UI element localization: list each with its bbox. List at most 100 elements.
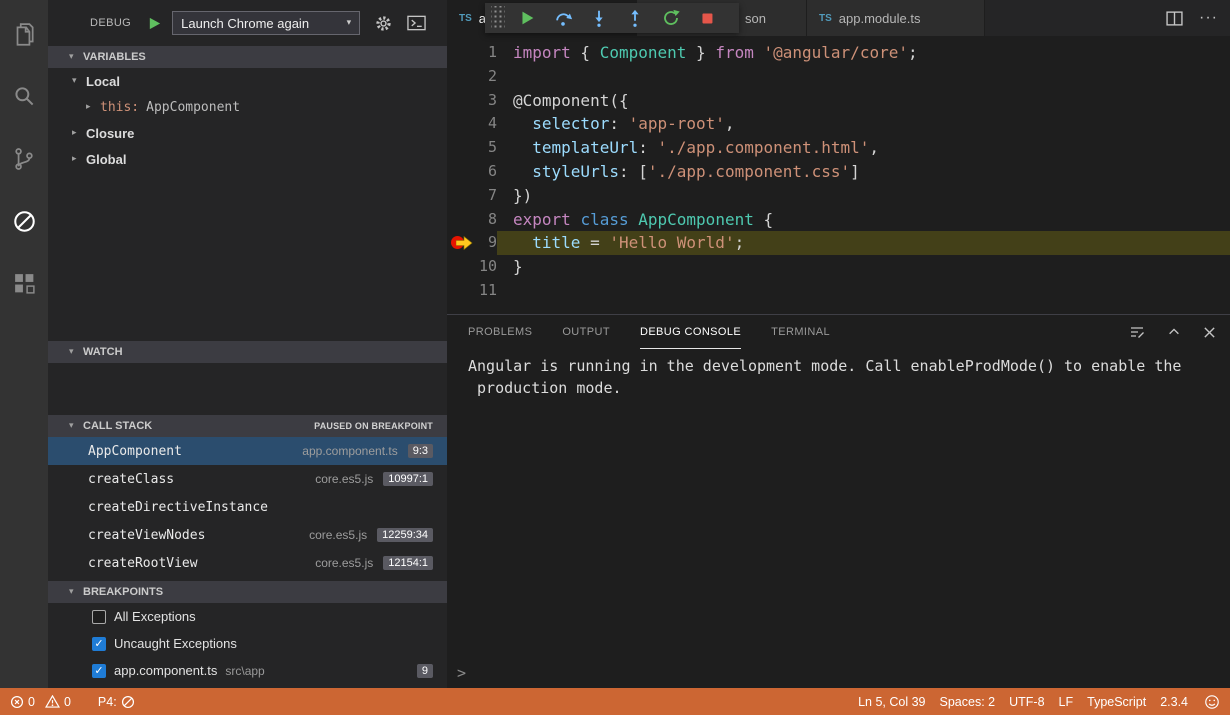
code-text[interactable] <box>497 65 1230 89</box>
breakpoint-item[interactable]: app.component.tssrc\app9 <box>48 657 447 684</box>
call-stack-section-header[interactable]: ▾ CALL STACK PAUSED ON BREAKPOINT <box>48 415 447 437</box>
activity-extensions-icon[interactable] <box>0 252 48 314</box>
variables-section-header[interactable]: ▾ VARIABLES <box>48 46 447 68</box>
code-text[interactable]: templateUrl: './app.component.html', <box>497 136 1230 160</box>
status-item[interactable]: TypeScript <box>1087 695 1146 709</box>
debug-console-input[interactable]: > <box>447 662 1230 684</box>
feedback-smiley-icon[interactable] <box>1204 694 1220 710</box>
panel-tab-problems[interactable]: PROBLEMS <box>468 316 532 349</box>
status-item[interactable]: 2.3.4 <box>1160 695 1188 709</box>
scm-status[interactable]: P4: <box>98 695 135 709</box>
variable-scope-local[interactable]: ▾Local <box>48 68 447 94</box>
panel-tab-debug-console[interactable]: DEBUG CONSOLE <box>640 316 741 349</box>
variable-item[interactable]: ▸this:AppComponent <box>48 94 447 120</box>
code-text[interactable]: title = 'Hello World'; <box>497 231 1230 255</box>
call-stack-frame[interactable]: createClasscore.es5.js10997:1 <box>48 465 447 493</box>
frame-position-badge: 10997:1 <box>383 472 433 486</box>
call-stack-frame[interactable]: createViewNodescore.es5.js12259:34 <box>48 521 447 549</box>
frame-name: createDirectiveInstance <box>88 500 268 515</box>
step-out-button[interactable] <box>618 5 652 31</box>
variable-scope-closure[interactable]: ▸Closure <box>48 120 447 146</box>
line-number[interactable]: 1 <box>447 41 497 65</box>
line-number[interactable]: 6 <box>447 160 497 184</box>
status-item[interactable]: UTF-8 <box>1009 695 1044 709</box>
sidebar-title: DEBUG <box>90 17 131 29</box>
stop-button[interactable] <box>690 5 724 31</box>
more-actions-icon[interactable]: ··· <box>1199 9 1218 27</box>
clear-console-icon[interactable] <box>1129 324 1145 340</box>
activity-search-icon[interactable] <box>0 66 48 128</box>
status-item[interactable]: Ln 5, Col 39 <box>858 695 925 709</box>
code-lines: 1import { Component } from '@angular/cor… <box>447 41 1230 303</box>
problems-status[interactable]: 0 0 <box>10 695 71 709</box>
step-into-button[interactable] <box>582 5 616 31</box>
variable-name: this: <box>100 100 139 115</box>
step-over-icon <box>553 8 573 28</box>
start-debugging-button[interactable] <box>147 16 162 31</box>
twistie-icon: ▸ <box>72 128 86 138</box>
configure-gear-icon[interactable] <box>374 14 393 33</box>
call-stack-frame[interactable]: createDirectiveInstance <box>48 493 447 521</box>
breakpoint-checkbox[interactable] <box>92 610 106 624</box>
line-number[interactable]: 10 <box>447 255 497 279</box>
panel-actions <box>1129 324 1216 340</box>
code-text[interactable]: selector: 'app-root', <box>497 112 1230 136</box>
activity-explorer-icon[interactable] <box>0 4 48 66</box>
call-stack-frame[interactable]: createRootViewcore.es5.js12154:1 <box>48 549 447 577</box>
panel-tab-output[interactable]: OUTPUT <box>562 316 610 349</box>
frame-name: AppComponent <box>88 444 182 459</box>
split-editor-icon[interactable] <box>1166 11 1183 26</box>
line-number[interactable]: 11 <box>447 279 497 303</box>
line-number[interactable]: 5 <box>447 136 497 160</box>
code-text[interactable]: } <box>497 255 1230 279</box>
line-number[interactable]: 8 <box>447 208 497 232</box>
typescript-file-icon: TS <box>819 13 832 24</box>
line-number[interactable]: 7 <box>447 184 497 208</box>
line-number[interactable]: 3 <box>447 89 497 113</box>
status-item[interactable]: Spaces: 2 <box>940 695 996 709</box>
tab-app-module-ts[interactable]: TS app.module.ts <box>807 0 985 36</box>
frame-file: core.es5.js <box>315 556 373 570</box>
line-number[interactable]: 4 <box>447 112 497 136</box>
open-debug-console-icon[interactable] <box>407 15 426 31</box>
continue-button[interactable] <box>510 5 544 31</box>
twistie-icon: ▸ <box>86 102 100 112</box>
launch-config-select[interactable]: Launch Chrome again ▾ <box>172 11 360 35</box>
line-number[interactable]: 2 <box>447 65 497 89</box>
bottom-panel: PROBLEMS OUTPUT DEBUG CONSOLE TERMINAL <box>447 314 1230 688</box>
activity-debug-icon[interactable] <box>0 190 48 252</box>
toolbar-drag-handle[interactable] <box>491 6 505 30</box>
restart-icon <box>661 8 681 28</box>
code-text[interactable]: @Component({ <box>497 89 1230 113</box>
code-line: 7}) <box>447 184 1230 208</box>
panel-tab-terminal[interactable]: TERMINAL <box>771 316 830 349</box>
stop-icon <box>697 8 717 28</box>
code-line: 8export class AppComponent { <box>447 208 1230 232</box>
code-text[interactable] <box>497 279 1230 303</box>
breakpoints-section-header[interactable]: ▾ BREAKPOINTS <box>48 581 447 603</box>
scm-icon <box>121 695 135 709</box>
breakpoint-checkbox[interactable] <box>92 637 106 651</box>
launch-config-label: Launch Chrome again <box>181 16 309 31</box>
step-over-button[interactable] <box>546 5 580 31</box>
tab-label: son <box>745 11 766 26</box>
call-stack-frame[interactable]: AppComponentapp.component.ts9:3 <box>48 437 447 465</box>
maximize-panel-chevron-icon[interactable] <box>1167 325 1181 339</box>
watch-section-header[interactable]: ▾ WATCH <box>48 341 447 363</box>
activity-source-control-icon[interactable] <box>0 128 48 190</box>
code-text[interactable]: export class AppComponent { <box>497 208 1230 232</box>
restart-button[interactable] <box>654 5 688 31</box>
warning-icon <box>45 695 60 708</box>
watch-header-label: WATCH <box>83 346 123 358</box>
code-line: 6 styleUrls: ['./app.component.css'] <box>447 160 1230 184</box>
close-panel-icon[interactable] <box>1203 326 1216 339</box>
breakpoint-checkbox[interactable] <box>92 664 106 678</box>
tab-label: app.module.ts <box>839 11 921 26</box>
code-text[interactable]: styleUrls: ['./app.component.css'] <box>497 160 1230 184</box>
breakpoint-item[interactable]: Uncaught Exceptions <box>48 630 447 657</box>
status-item[interactable]: LF <box>1059 695 1074 709</box>
breakpoint-item[interactable]: All Exceptions <box>48 603 447 630</box>
variable-scope-global[interactable]: ▸Global <box>48 146 447 172</box>
code-text[interactable]: }) <box>497 184 1230 208</box>
code-text[interactable]: import { Component } from '@angular/core… <box>497 41 1230 65</box>
